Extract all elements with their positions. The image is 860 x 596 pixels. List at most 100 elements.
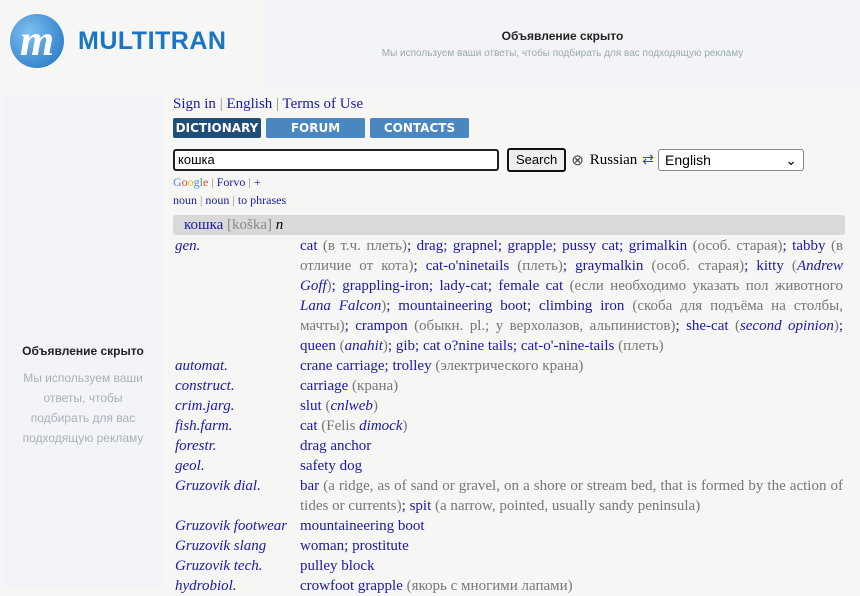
separator: ;: [401, 498, 410, 514]
logo-text: MULTITRAN: [78, 26, 227, 55]
translation-link[interactable]: spit: [410, 498, 432, 514]
subject-link[interactable]: gen.: [173, 236, 298, 356]
swap-arrows-icon[interactable]: ⇄: [642, 152, 654, 169]
author-link[interactable]: cnlweb: [330, 398, 373, 414]
translation-note: ): [402, 418, 408, 434]
sign-in-link[interactable]: Sign in: [173, 96, 216, 112]
translation-link[interactable]: lady-cat: [440, 278, 488, 294]
english-link[interactable]: English: [226, 96, 272, 112]
tab-dictionary[interactable]: DICTIONARY: [173, 118, 261, 138]
terms-link[interactable]: Terms of Use: [283, 96, 364, 112]
table-row: forestr. drag anchor: [173, 436, 845, 456]
translation-link[interactable]: drag: [417, 238, 444, 254]
subject-link[interactable]: Gruzovik footwear: [173, 516, 298, 536]
translation-note: (в т.ч. плеть): [317, 238, 407, 254]
translation-note: (плеть): [509, 258, 563, 274]
separator: ;: [406, 238, 417, 254]
translation-link[interactable]: grapple: [507, 238, 552, 254]
ad-subtitle: Мы используем ваши ответы, чтобы подбира…: [22, 371, 144, 445]
pos-link[interactable]: noun: [205, 193, 229, 207]
author-link[interactable]: dimock: [359, 418, 402, 434]
translation-link[interactable]: she-cat: [686, 318, 728, 334]
translation-link[interactable]: cat-o'-nine-tails: [521, 338, 615, 354]
translation-link[interactable]: kitty: [756, 258, 784, 274]
table-row: Gruzovik footwear mountaineering boot: [173, 516, 845, 536]
more-links-button[interactable]: +: [254, 175, 261, 189]
translation-link[interactable]: prostitute: [352, 538, 409, 554]
pos-link[interactable]: noun: [173, 193, 197, 207]
multitran-logo[interactable]: m MULTITRAN: [10, 14, 226, 68]
translation-link[interactable]: slut: [300, 398, 322, 414]
translations: pulley block: [298, 556, 845, 576]
search-input[interactable]: кошка: [173, 149, 499, 171]
subject-link[interactable]: crim.jarg.: [173, 396, 298, 416]
separator: ;: [443, 238, 453, 254]
ad-banner-top: Объявление скрыто Мы используем ваши отв…: [265, 0, 860, 88]
translation-link[interactable]: cat-o'ninetails: [426, 258, 510, 274]
separator: ;: [562, 258, 576, 274]
search-button[interactable]: Search: [507, 148, 567, 172]
translation-link[interactable]: pussy cat: [562, 238, 619, 254]
separator: ;: [413, 258, 426, 274]
translation-link[interactable]: carriage: [300, 378, 348, 394]
translation-link[interactable]: cat: [300, 418, 317, 434]
separator: ;: [415, 338, 423, 354]
translation-link[interactable]: drag anchor: [300, 438, 371, 454]
translation-note: (если необходимо указать пол животного: [563, 278, 843, 294]
subject-link[interactable]: hydrobiol.: [173, 576, 298, 596]
subject-link[interactable]: fish.farm.: [173, 416, 298, 436]
translation-link[interactable]: grappling-iron: [342, 278, 429, 294]
top-links: Sign in | English | Terms of Use: [173, 96, 364, 112]
transcription: [koška]: [227, 217, 273, 233]
separator: ;: [512, 338, 521, 354]
translation-link[interactable]: female cat: [498, 278, 563, 294]
tab-forum[interactable]: FORUM: [266, 118, 365, 138]
forvo-link[interactable]: Forvo: [217, 175, 246, 189]
translation-link[interactable]: woman: [300, 538, 344, 554]
translation-link[interactable]: trolley: [392, 358, 431, 374]
translation-link[interactable]: cat: [300, 238, 317, 254]
translation-link[interactable]: mountaineering boot: [300, 518, 425, 534]
translations: carriage (крана): [298, 376, 845, 396]
to-phrases-link[interactable]: to phrases: [238, 193, 286, 207]
circled-x-icon[interactable]: ⊗: [571, 151, 584, 170]
author-link[interactable]: Lana Falcon: [300, 298, 381, 314]
translation-link[interactable]: tabby: [792, 238, 825, 254]
translation-link[interactable]: mountaineering boot: [398, 298, 527, 314]
translation-link[interactable]: queen: [300, 338, 336, 354]
translation-link[interactable]: crampon: [355, 318, 407, 334]
table-row: crim.jarg. slut (cnlweb): [173, 396, 845, 416]
subject-link[interactable]: Gruzovik slang: [173, 536, 298, 556]
translation-link[interactable]: crowfoot grapple: [300, 578, 403, 594]
target-language-select[interactable]: English ⌄: [658, 149, 805, 171]
translation-link[interactable]: crane carriage: [300, 358, 385, 374]
tab-contacts[interactable]: CONTACTS: [370, 118, 469, 138]
translation-link[interactable]: grimalkin: [629, 238, 687, 254]
translation-link[interactable]: cat o?nine tails: [423, 338, 513, 354]
subject-link[interactable]: Gruzovik tech.: [173, 556, 298, 576]
main-content: Sign in | English | Terms of Use DICTION…: [173, 96, 845, 596]
subject-link[interactable]: Gruzovik dial.: [173, 476, 298, 516]
part-of-speech: n: [275, 217, 284, 233]
author-link[interactable]: second opinion: [740, 318, 834, 334]
translation-link[interactable]: climbing iron: [539, 298, 624, 314]
pos-links: noun | noun | to phrases: [173, 193, 287, 207]
separator: ;: [386, 298, 399, 314]
subject-link[interactable]: construct.: [173, 376, 298, 396]
google-link[interactable]: Google: [173, 175, 208, 189]
translation-link[interactable]: gib: [396, 338, 415, 354]
subject-link[interactable]: geol.: [173, 456, 298, 476]
translation-link[interactable]: graymalkin: [575, 258, 643, 274]
translation-link[interactable]: safety dog: [300, 458, 362, 474]
translation-link[interactable]: bar: [300, 478, 319, 494]
translation-link[interactable]: grapnel: [453, 238, 498, 254]
subject-link[interactable]: forestr.: [173, 436, 298, 456]
entry-word[interactable]: кошка: [184, 217, 223, 233]
subject-link[interactable]: automat.: [173, 356, 298, 376]
translations: cat (Felis dimock): [298, 416, 845, 436]
table-row: Gruzovik slang woman; prostitute: [173, 536, 845, 556]
author-link[interactable]: anahit: [345, 338, 383, 354]
separator: ;: [331, 278, 343, 294]
translation-link[interactable]: pulley block: [300, 558, 375, 574]
translation-note: (: [783, 258, 797, 274]
